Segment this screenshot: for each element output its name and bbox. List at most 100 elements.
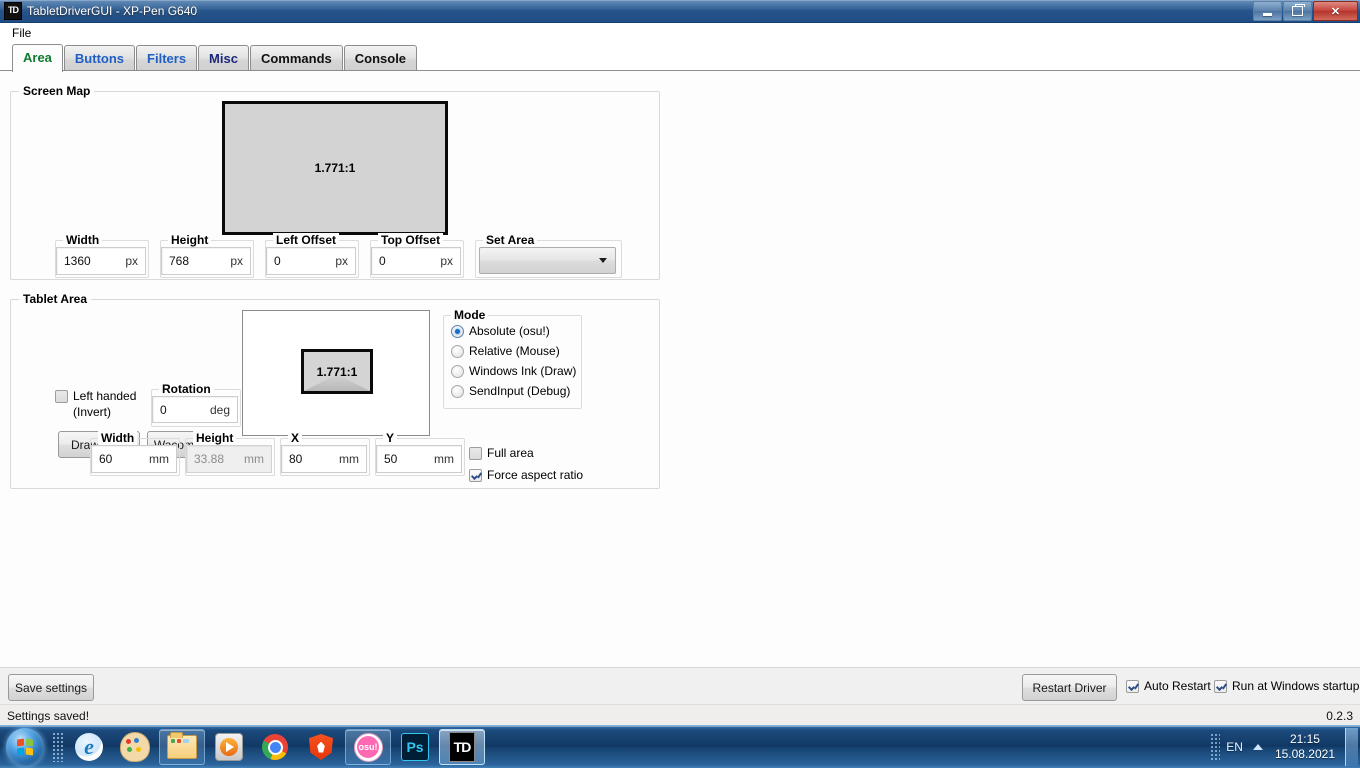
tab-misc-label: Misc (209, 51, 238, 66)
full-area-checkbox-box (469, 447, 482, 460)
left-handed-label-line1: Left handed (73, 389, 137, 403)
full-area-checkbox[interactable]: Full area (469, 446, 534, 460)
screen-map-preview[interactable]: 1.771:1 (222, 101, 448, 235)
clock-date: 15.08.2021 (1274, 747, 1335, 761)
taskbar-item-windows-media-player[interactable] (207, 730, 251, 764)
show-desktop-button[interactable] (1345, 728, 1358, 766)
taskbar-item-paint[interactable] (113, 730, 157, 764)
tablet-area-group: Tablet Area Left handed (Invert) Rotatio… (10, 292, 660, 489)
tablet-x-input[interactable]: 80 mm (281, 445, 367, 473)
mode-radio-windows-ink[interactable]: Windows Ink (Draw) (451, 364, 576, 378)
language-indicator[interactable]: EN (1226, 740, 1243, 754)
tray-grip (1210, 733, 1221, 761)
save-settings-button-label: Save settings (14, 680, 88, 695)
photoshop-icon: Ps (401, 733, 429, 761)
screen-top-offset-input[interactable]: 0 px (371, 247, 461, 275)
tablet-y-label: Y (383, 431, 398, 445)
windows-explorer-icon (167, 732, 197, 759)
menu-item-file[interactable]: File (7, 25, 36, 41)
force-aspect-ratio-checkbox[interactable]: Force aspect ratio (469, 468, 583, 482)
tablet-height-unit: mm (244, 452, 264, 466)
check-icon (471, 471, 480, 480)
tab-filters[interactable]: Filters (136, 45, 198, 72)
tab-area[interactable]: Area (12, 44, 63, 72)
clock[interactable]: 21:15 15.08.2021 (1275, 732, 1335, 762)
screen-map-ratio-label: 1.771:1 (314, 161, 356, 175)
left-handed-checkbox[interactable]: Left handed (Invert) (55, 389, 136, 419)
taskbar-item-photoshop[interactable]: Ps (393, 730, 437, 764)
status-bar: Settings saved! 0.2.3 (0, 704, 1360, 726)
tab-console-label: Console (354, 51, 407, 66)
app-icon: TD (4, 2, 22, 20)
paint-icon (120, 732, 150, 762)
tablet-height-input[interactable]: 33.88 mm (186, 445, 272, 473)
title-bar[interactable]: TD TabletDriverGUI - XP-Pen G640 ✕ (0, 0, 1360, 23)
set-area-label: Set Area (483, 233, 538, 247)
mode-radio-sendinput[interactable]: SendInput (Debug) (451, 384, 570, 398)
run-at-startup-label: Run at Windows startup (1232, 679, 1360, 693)
tablet-area-preview[interactable]: 1.771:1 (242, 310, 430, 436)
check-icon (1216, 682, 1225, 691)
taskbar-item-internet-explorer[interactable]: e (67, 730, 111, 764)
close-button[interactable]: ✕ (1313, 1, 1358, 21)
restore-button[interactable] (1283, 1, 1312, 21)
taskbar-item-google-chrome[interactable] (253, 730, 297, 764)
quick-launch-grip[interactable] (52, 732, 64, 762)
windows-start-orb-icon (6, 728, 44, 766)
window-controls: ✕ (1252, 1, 1358, 21)
screen-left-offset-value: 0 (274, 254, 281, 268)
tablet-area-title: Tablet Area (19, 292, 92, 306)
force-aspect-ratio-label: Force aspect ratio (487, 468, 584, 482)
tab-buttons[interactable]: Buttons (63, 45, 136, 72)
tab-commands[interactable]: Commands (249, 45, 343, 72)
osu-icon-label: osu! (357, 736, 379, 758)
tablet-y-input[interactable]: 50 mm (376, 445, 462, 473)
tablet-width-input[interactable]: 60 mm (91, 445, 177, 473)
tablet-x-label: X (288, 431, 303, 445)
tab-commands-label: Commands (260, 51, 332, 66)
screen-left-offset-label: Left Offset (273, 233, 339, 247)
radio-windows-ink-icon (451, 364, 464, 378)
window-title: TabletDriverGUI - XP-Pen G640 (27, 4, 198, 18)
taskbar-item-osu[interactable]: osu! (345, 729, 391, 765)
radio-absolute-icon (451, 324, 464, 338)
start-button[interactable] (1, 727, 49, 767)
save-settings-button[interactable]: Save settings (8, 674, 94, 701)
full-area-label: Full area (487, 446, 534, 460)
mode-radio-absolute[interactable]: Absolute (osu!) (451, 324, 550, 338)
internet-explorer-icon: e (75, 733, 103, 761)
mode-radio-relative[interactable]: Relative (Mouse) (451, 344, 560, 358)
taskbar-item-brave-browser[interactable] (299, 730, 343, 764)
rotation-input[interactable]: 0 deg (152, 396, 238, 423)
screen-height-input[interactable]: 768 px (161, 247, 251, 275)
auto-restart-checkbox[interactable]: Auto Restart (1126, 679, 1211, 693)
tab-console[interactable]: Console (343, 45, 418, 72)
taskbar: e osu! Ps TD EN 21:15 15.08.2021 (0, 725, 1360, 768)
screen-top-offset-label: Top Offset (378, 233, 444, 247)
screen-width-value: 1360 (64, 254, 91, 268)
tablet-area-preview-inner[interactable]: 1.771:1 (301, 349, 373, 394)
chevron-up-icon[interactable] (1252, 744, 1263, 750)
restart-driver-button-label: Restart Driver (1032, 680, 1107, 695)
screen-height-value: 768 (169, 254, 190, 268)
clock-time: 21:15 (1289, 732, 1320, 746)
taskbar-items: e osu! Ps TD (67, 729, 485, 765)
run-at-startup-checkbox[interactable]: Run at Windows startup (1214, 679, 1359, 693)
tablet-height-label: Height (193, 431, 237, 445)
taskbar-item-windows-explorer[interactable] (159, 729, 205, 765)
tablet-x-value: 80 (289, 452, 303, 466)
screen-width-input[interactable]: 1360 px (56, 247, 146, 275)
system-tray: EN 21:15 15.08.2021 (1210, 727, 1360, 767)
tab-misc[interactable]: Misc (198, 45, 249, 72)
screen-left-offset-input[interactable]: 0 px (266, 247, 356, 275)
set-area-dropdown[interactable] (479, 247, 616, 274)
screen-height-label: Height (168, 233, 212, 247)
screen-width-unit: px (125, 254, 138, 268)
screen-map-group: Screen Map 1.771:1 Width 1360 px Height … (10, 84, 660, 280)
chevron-down-icon (599, 258, 607, 263)
version-label: 0.2.3 (1326, 708, 1353, 723)
minimize-button[interactable] (1253, 1, 1282, 21)
restart-driver-button[interactable]: Restart Driver (1022, 674, 1117, 701)
tab-panel-area: Screen Map 1.771:1 Width 1360 px Height … (0, 70, 1360, 667)
taskbar-item-tabletdrivergui[interactable]: TD (439, 729, 485, 765)
